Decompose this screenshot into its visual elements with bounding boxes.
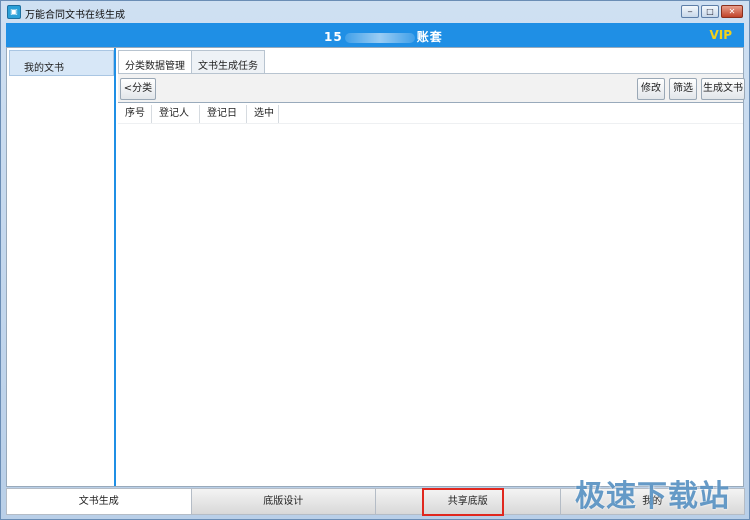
- close-button[interactable]: ✕: [721, 5, 743, 18]
- column-header-selected[interactable]: 选中: [247, 105, 279, 123]
- title-bar[interactable]: ▣ 万能合同文书在线生成 ‒ □ ✕: [1, 1, 749, 23]
- tab-bar: 分类数据管理 文书生成任务: [118, 50, 265, 74]
- edit-button[interactable]: 修改: [637, 78, 665, 100]
- sidebar-item-my-documents[interactable]: 我的文书: [9, 50, 114, 76]
- app-logo-icon: ▣: [7, 5, 21, 19]
- column-header-registrant[interactable]: 登记人: [152, 105, 200, 123]
- app-window: ▣ 万能合同文书在线生成 ‒ □ ✕ 15 账套 VIP 我的文书 分类数据管理 …: [0, 0, 750, 520]
- account-name: 15 账套: [324, 28, 443, 45]
- nav-tab-template-design[interactable]: 底版设计: [190, 488, 376, 515]
- window-controls: ‒ □ ✕: [681, 5, 743, 18]
- sidebar: 我的文书: [7, 48, 116, 486]
- generate-document-button[interactable]: 生成文书: [701, 78, 745, 100]
- toolbar: <分类 修改 筛选 生成文书: [118, 74, 745, 103]
- filter-button[interactable]: 筛选: [669, 78, 697, 100]
- category-button[interactable]: <分类: [120, 78, 156, 100]
- minimize-button[interactable]: ‒: [681, 5, 699, 18]
- account-header: 15 账套 VIP: [6, 23, 744, 47]
- account-suffix: 账套: [416, 30, 443, 44]
- tab-generation-tasks[interactable]: 文书生成任务: [191, 50, 265, 73]
- column-header-index[interactable]: 序号: [118, 105, 152, 123]
- main-panel: 分类数据管理 文书生成任务 <分类 修改 筛选 生成文书 序号 登记人 登记日 …: [118, 48, 745, 486]
- window-title: 万能合同文书在线生成: [25, 10, 125, 21]
- account-redacted: [344, 32, 415, 43]
- vip-badge[interactable]: VIP: [709, 28, 732, 42]
- maximize-button[interactable]: □: [701, 5, 719, 18]
- table-header: 序号 登记人 登记日 选中: [118, 105, 279, 123]
- content-area: 我的文书 分类数据管理 文书生成任务 <分类 修改 筛选 生成文书 序号 登记人…: [6, 47, 745, 487]
- nav-tab-shared-templates[interactable]: 共享底版: [375, 488, 561, 516]
- watermark: 极速下载站: [575, 479, 730, 514]
- column-header-register-date[interactable]: 登记日: [200, 105, 247, 123]
- account-prefix: 15: [324, 30, 343, 44]
- highlight-box: [422, 488, 504, 516]
- tab-category-data[interactable]: 分类数据管理: [118, 50, 192, 74]
- nav-tab-document-generation[interactable]: 文书生成: [6, 488, 192, 515]
- table-body[interactable]: [118, 123, 743, 486]
